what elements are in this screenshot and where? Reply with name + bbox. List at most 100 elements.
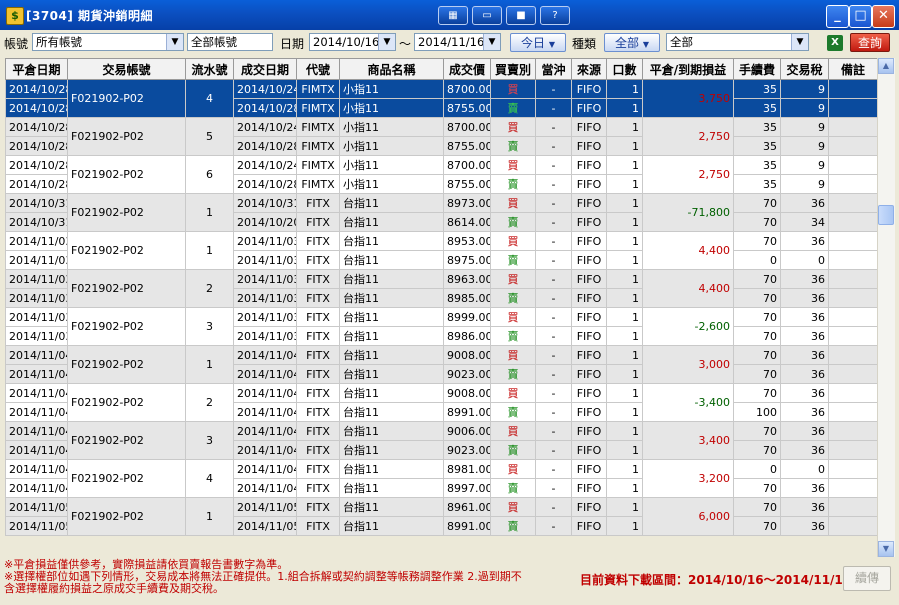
serial-cell: 3 [185,421,234,460]
close-date-cell: 2014/10/31 [5,193,68,213]
trade-date-cell: 2014/10/24 [233,79,297,99]
col-header[interactable]: 當沖 [535,58,572,80]
col-header[interactable]: 流水號 [185,58,234,80]
date-from-picker[interactable]: 2014/10/16 ▼ [309,33,396,51]
table-row[interactable]: 2014/11/04 F021902-P02 3 2014/11/04 FITX 台指11… [5,421,878,460]
fee-cell: 70 [733,326,781,346]
fee-cell: 35 [733,155,781,175]
table-row[interactable]: 2014/11/03 F021902-P02 3 2014/11/03 FITX 台指11… [5,307,878,346]
minimize-button[interactable]: _ [826,5,849,28]
window-icon[interactable]: ▭ [472,6,502,25]
pnl-cell: -71,800 [642,193,734,232]
symbol-cell: FITX [296,478,340,498]
table-row[interactable]: 2014/11/05 F021902-P02 1 2014/11/05 FITX 台指11… [5,497,878,536]
source-cell: FIFO [571,250,607,270]
account-select[interactable]: 所有帳號 ▼ [32,33,184,51]
col-header[interactable]: 平倉日期 [5,58,68,80]
excel-export-icon[interactable]: X [827,35,843,51]
kind-select[interactable]: 全部 ▼ [666,33,809,51]
col-header[interactable]: 商品名稱 [339,58,444,80]
symbol-cell: FITX [296,307,340,327]
product-cell: 台指11 [339,231,444,251]
serial-cell: 2 [185,269,234,308]
scroll-down-icon[interactable]: ▼ [878,541,894,557]
close-button[interactable]: ✕ [872,5,895,28]
source-cell: FIFO [571,212,607,232]
tax-cell: 36 [780,516,829,536]
help-icon[interactable]: ? [540,6,570,25]
daytrade-cell: - [535,79,572,99]
product-cell: 台指11 [339,326,444,346]
daytrade-cell: - [535,383,572,403]
query-button[interactable]: 查詢 [850,33,890,52]
trade-date-cell: 2014/11/03 [233,326,297,346]
chevron-down-icon[interactable]: ▼ [791,34,808,50]
lots-cell: 1 [606,326,643,346]
account-label: 帳號 [4,37,29,51]
table-row[interactable]: 2014/10/31 F021902-P02 1 2014/10/31 FITX 台指11… [5,193,878,232]
col-header[interactable]: 平倉/到期損益 [642,58,734,80]
close-date-cell: 2014/11/04 [5,478,68,498]
table-row[interactable]: 2014/10/28 F021902-P02 4 2014/10/24 FIMTX 小指1… [5,79,878,118]
col-header[interactable]: 代號 [296,58,340,80]
serial-cell: 1 [185,193,234,232]
table-row[interactable]: 2014/11/04 F021902-P02 1 2014/11/04 FITX 台指11… [5,345,878,384]
tax-cell: 36 [780,421,829,441]
table-row[interactable]: 2014/11/03 F021902-P02 2 2014/11/03 FITX 台指11… [5,269,878,308]
date-label: 日期 [280,37,305,51]
note-cell [828,269,878,289]
fee-cell: 70 [733,269,781,289]
kind-filter-button[interactable]: 全部 ▼ [604,33,660,52]
chevron-down-icon[interactable]: ▼ [378,34,395,50]
table-row[interactable]: 2014/10/28 F021902-P02 6 2014/10/24 FIMTX 小指1… [5,155,878,194]
scroll-up-icon[interactable]: ▲ [878,58,894,74]
lots-cell: 1 [606,478,643,498]
tax-cell: 36 [780,326,829,346]
source-cell: FIFO [571,402,607,422]
today-button[interactable]: 今日 ▼ [510,33,566,52]
scroll-thumb[interactable] [878,205,894,225]
source-cell: FIFO [571,269,607,289]
col-header[interactable]: 成交日期 [233,58,297,80]
trade-date-cell: 2014/10/31 [233,193,297,213]
table-row[interactable]: 2014/10/28 F021902-P02 5 2014/10/24 FIMTX 小指1… [5,117,878,156]
source-cell: FIFO [571,174,607,194]
col-header[interactable]: 備註 [828,58,878,80]
chevron-down-icon[interactable]: ▼ [483,34,500,50]
symbol-cell: FITX [296,402,340,422]
grid-icon[interactable]: ▦ [438,6,468,25]
col-header[interactable]: 交易稅 [780,58,829,80]
source-cell: FIFO [571,79,607,99]
col-header[interactable]: 手續費 [733,58,781,80]
col-header[interactable]: 口數 [606,58,643,80]
fee-cell: 70 [733,288,781,308]
table-row[interactable]: 2014/11/03 F021902-P02 1 2014/11/03 FITX 台指11… [5,231,878,270]
product-cell: 台指11 [339,193,444,213]
table-row[interactable]: 2014/11/04 F021902-P02 2 2014/11/04 FITX 台指11… [5,383,878,422]
col-header[interactable]: 買賣別 [490,58,536,80]
col-header[interactable]: 來源 [571,58,607,80]
table-body: 2014/10/28 F021902-P02 4 2014/10/24 FIMTX 小指1… [5,79,878,536]
trade-date-cell: 2014/11/03 [233,250,297,270]
continue-download-button[interactable]: 續傳 [843,566,891,591]
source-cell: FIFO [571,364,607,384]
note-cell [828,459,878,479]
kind-filter-label: 全部 [615,36,640,50]
table-row[interactable]: 2014/11/04 F021902-P02 4 2014/11/04 FITX 台指11… [5,459,878,498]
maximize-button[interactable]: □ [849,5,872,28]
account-cell: F021902-P02 [67,497,186,536]
tax-cell: 36 [780,269,829,289]
date-to-picker[interactable]: 2014/11/16 ▼ [414,33,501,51]
col-header[interactable]: 交易帳號 [67,58,186,80]
vertical-scrollbar[interactable]: ▲ ▼ [877,58,895,557]
filter-toolbar: 帳號 所有帳號 ▼ 全部帳號 日期 2014/10/16 ▼ ～ 2014/11… [0,30,899,56]
account-name-field[interactable]: 全部帳號 [187,33,273,51]
chevron-down-icon[interactable]: ▼ [166,34,183,50]
daytrade-cell: - [535,269,572,289]
fee-cell: 70 [733,497,781,517]
tax-cell: 36 [780,307,829,327]
col-header[interactable]: 成交價 [443,58,491,80]
fee-cell: 70 [733,193,781,213]
camera-icon[interactable]: ■ [506,6,536,25]
tax-cell: 36 [780,440,829,460]
